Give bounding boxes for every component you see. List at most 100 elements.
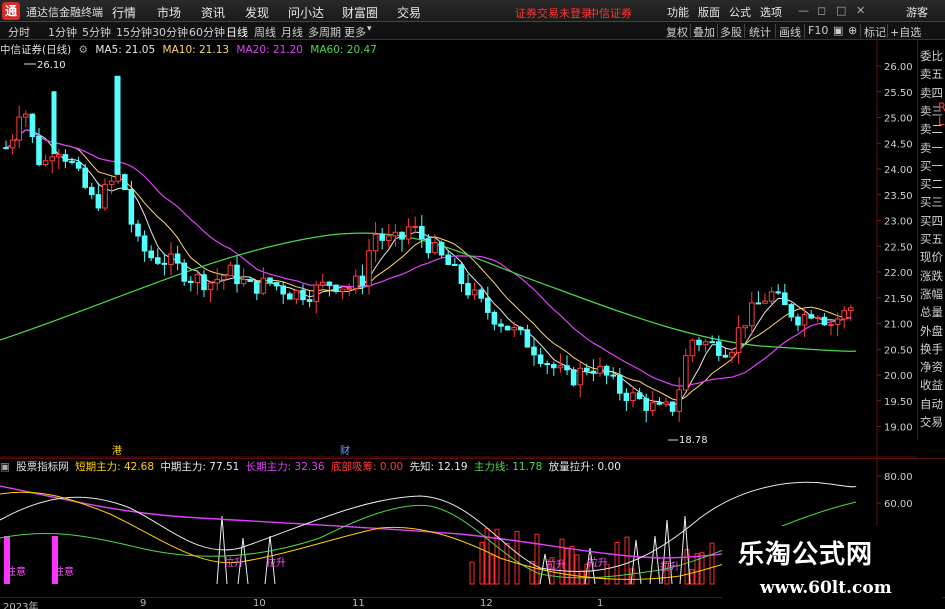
side-label: 现价 [920,250,943,265]
side-letter: L [938,114,945,128]
period-daily[interactable]: 日线 [226,24,248,40]
broker-name-link[interactable]: 中信证券 [588,5,632,21]
login-warning-link[interactable]: 证券交易未登录 [515,5,592,21]
candle-body [768,291,775,302]
menu-discover[interactable]: 发现 [245,4,269,21]
candle-body [544,363,551,366]
candle-body [405,226,412,240]
menu-trade[interactable]: 交易 [397,4,421,21]
minimize-icon[interactable]: — [798,4,809,17]
candle-body [9,139,16,149]
candle-body [518,327,524,331]
side-label[interactable]: 自动 [920,396,943,412]
side-label: 买五 [920,232,943,246]
period-30min[interactable]: 30分钟 [152,24,188,40]
settings-icon[interactable]: ⚙ [79,44,88,56]
date-tick: 9 [140,598,147,609]
menu-formula[interactable]: 公式 [729,4,751,20]
adjust-button[interactable]: 复权 [666,24,688,40]
candle-body [155,257,161,264]
app-title: 通达信金融终端 [26,6,103,19]
candle-body [115,174,122,182]
period-weekly[interactable]: 周线 [254,24,276,40]
f10-button[interactable]: F10 [808,24,828,37]
candle-body [300,289,306,301]
close-icon[interactable]: ✕ [856,4,865,17]
maximize-icon[interactable]: □ [836,4,846,17]
candle-body [617,374,623,394]
candle-body [188,280,194,283]
side-letter: R [938,100,945,114]
candle-body [623,392,630,402]
overlay-button[interactable]: 叠加 [693,24,715,40]
price-axis-label: 19.50 [884,397,913,408]
candle-body [148,250,154,259]
quote-side-panel: 委比 卖五 卖四 卖三 卖二 卖一 买一 买二 买三 买四 买五 现价 涨跌 涨幅 总量 外盘 换手 净资 收益 自动… [917,40,945,440]
period-15min[interactable]: 15分钟 [116,24,152,40]
candle-body [504,325,511,331]
candle-body [564,365,570,371]
draw-line-button[interactable]: 画线 [779,24,801,40]
indicator-signal-tag: 注意 [6,565,26,578]
price-axis-label: 26.00 [884,62,913,73]
ma-legend: 中信证券(日线) ⚙ MA5: 21.05 MA10: 21.13 MA20: … [0,42,381,56]
period-more[interactable]: 更多 [344,24,366,40]
price-axis-label: 20.50 [884,345,913,356]
candle-body [458,264,465,285]
period-60min[interactable]: 60分钟 [189,24,225,40]
candle-body [788,304,795,318]
multi-stock-button[interactable]: 多股 [720,24,742,40]
candle-body [135,223,141,237]
guest-user-link[interactable]: 游客 [906,4,928,20]
period-multi[interactable]: 多周期 [308,24,341,40]
menu-market[interactable]: 市场 [157,4,181,21]
side-label: 卖五 [920,67,943,82]
candle-body [326,281,333,286]
candle-body [168,253,174,265]
menu-options[interactable]: 选项 [760,4,782,20]
mark-button[interactable]: 标记 [864,24,886,40]
display-icon[interactable]: ▣ [833,24,843,37]
candle-body [425,238,432,254]
ma60-label: MA60: 20.47 [310,44,377,56]
restore-icon[interactable]: ◻ [817,4,826,17]
more-chevron-icon[interactable]: ▾ [367,24,372,34]
candle-body [795,316,801,326]
menu-function[interactable]: 功能 [667,4,689,20]
menu-quotes[interactable]: 行情 [112,4,136,21]
menu-layout[interactable]: 版面 [698,4,720,20]
menu-news[interactable]: 资讯 [201,4,225,21]
period-5min[interactable]: 5分钟 [82,24,111,40]
period-1min[interactable]: 1分钟 [48,24,77,40]
candle-body [392,231,399,237]
candle-body [89,186,95,196]
signal-spike [630,539,642,585]
price-axis-label: 24.00 [884,165,913,176]
candle-body [214,278,220,284]
candle-body [207,282,214,291]
period-intraday[interactable]: 分时 [8,24,30,40]
add-watchlist-button[interactable]: +自选 [890,24,921,40]
zoom-icon[interactable]: ⊕ [848,24,857,37]
toolbar-divider [744,24,745,38]
candle-body [280,285,286,295]
price-axis-label: 22.50 [884,242,913,253]
event-marker-finance: 财 [340,444,350,457]
side-label[interactable]: 交易 [920,414,943,430]
candle-body [161,262,168,265]
candle-body [293,289,300,300]
candle-body [379,233,385,241]
candle-body [669,401,676,412]
period-monthly[interactable]: 月线 [281,24,303,40]
candle-body [69,160,75,163]
ma10-line [5,129,851,402]
menu-wealth-circle[interactable]: 财富圈 [342,4,378,21]
candle-body [478,289,484,299]
menu-ask[interactable]: 问小达 [288,4,324,21]
price-chart[interactable]: 26.00 25.50 25.00 24.50 24.00 23.50 23.00 22.50… [0,40,917,458]
side-label: 买四 [920,213,943,228]
candle-body [372,233,379,252]
candle-body [597,365,603,374]
app-logo-icon: 通 [2,2,20,20]
statistics-button[interactable]: 统计 [749,24,771,40]
